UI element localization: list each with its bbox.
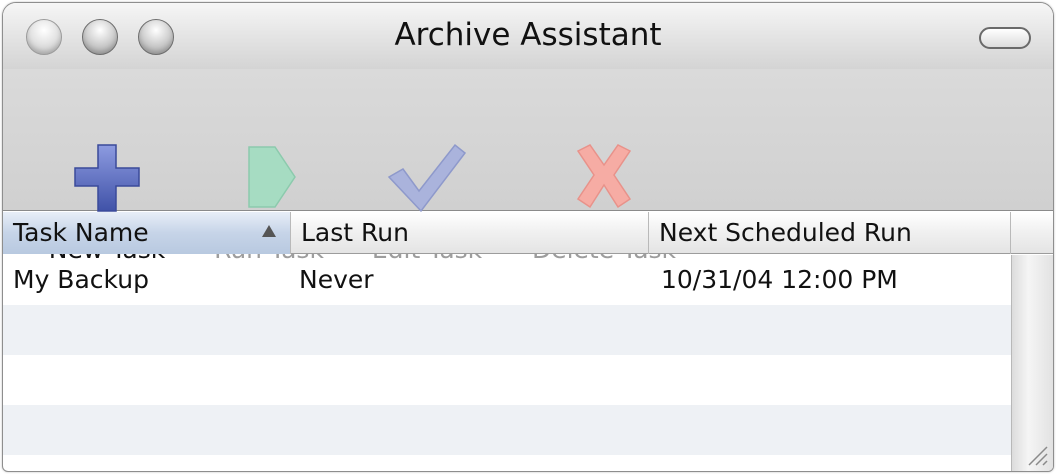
task-table: My Backup Never 10/31/04 12:00 PM xyxy=(3,255,1011,471)
toolbar-toggle-button[interactable] xyxy=(979,27,1031,49)
task-name-cell: My Backup xyxy=(13,265,149,294)
title-bar[interactable]: Archive Assistant xyxy=(3,3,1053,69)
toolbar: New Task Run Task Edit Task xyxy=(3,69,1053,264)
column-header-label: Task Name xyxy=(13,218,149,247)
sort-ascending-icon xyxy=(262,225,276,237)
column-header-label: Next Scheduled Run xyxy=(659,218,912,247)
empty-table-row xyxy=(3,355,1011,405)
table-header: Task Name Last Run Next Scheduled Run xyxy=(3,212,1053,254)
table-row[interactable]: My Backup Never 10/31/04 12:00 PM xyxy=(3,255,1011,305)
empty-table-row xyxy=(3,305,1011,355)
last-run-cell: Never xyxy=(299,265,374,294)
empty-table-row xyxy=(3,405,1011,455)
column-header-corner xyxy=(1011,212,1053,254)
column-header-label: Last Run xyxy=(301,218,409,247)
archive-assistant-window: Archive Assistant New Task xyxy=(2,2,1054,472)
vertical-scrollbar[interactable] xyxy=(1011,255,1053,471)
column-header-next-scheduled-run[interactable]: Next Scheduled Run xyxy=(649,212,1011,254)
window-title: Archive Assistant xyxy=(394,17,662,53)
next-scheduled-run-cell: 10/31/04 12:00 PM xyxy=(661,265,898,294)
resize-grip-icon[interactable] xyxy=(1023,441,1049,467)
column-header-last-run[interactable]: Last Run xyxy=(291,212,649,254)
column-header-task-name[interactable]: Task Name xyxy=(3,212,291,254)
